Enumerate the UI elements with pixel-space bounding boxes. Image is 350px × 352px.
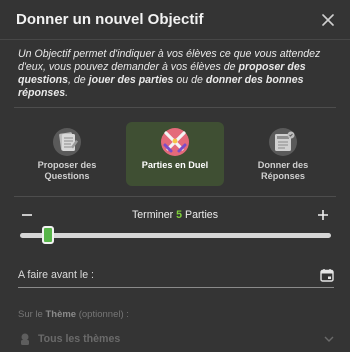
parties-count-value: 5 <box>176 209 183 221</box>
minus-icon <box>22 214 32 216</box>
option-give-answers[interactable]: Donner des Réponses <box>234 122 332 186</box>
option-label: Proposer des Questions <box>37 160 97 181</box>
due-date-label: A faire avant le : <box>18 268 94 281</box>
close-button[interactable] <box>318 10 338 30</box>
option-label: Parties en Duel <box>141 160 209 170</box>
theme-icon <box>21 333 29 345</box>
calendar-icon[interactable] <box>320 268 334 282</box>
option-label: Donner des Réponses <box>257 160 309 181</box>
parties-slider-thumb[interactable] <box>42 226 55 244</box>
decrease-button[interactable] <box>18 206 36 224</box>
dialog-header: Donner un nouvel Objectif <box>0 0 350 40</box>
option-duel-games[interactable]: Parties en Duel <box>126 122 224 186</box>
theme-value: Tous les thèmes <box>38 333 121 345</box>
intro-text: . <box>65 87 69 99</box>
theme-select[interactable]: Tous les thèmes <box>18 328 334 350</box>
option-propose-questions[interactable]: Proposer des Questions <box>18 122 116 186</box>
increase-button[interactable] <box>314 206 332 224</box>
intro-text: ou de <box>173 74 206 86</box>
intro-bold-games: jouer des parties <box>88 74 174 86</box>
parties-count-label: Terminer 5 Parties <box>131 209 218 221</box>
plus-icon <box>317 210 328 220</box>
divider <box>14 107 336 108</box>
quiz-card-icon <box>268 127 298 157</box>
chevron-down-icon <box>324 336 334 342</box>
intro-text: , de <box>68 74 89 86</box>
objective-dialog: Donner un nouvel Objectif Un Objectif pe… <box>0 0 350 352</box>
objective-type-options: Proposer des Questions Parties en Duel D… <box>18 122 332 186</box>
parties-count-row: Terminer 5 Parties <box>18 206 332 224</box>
theme-label: Sur le Thème (optionnel) : <box>18 309 129 320</box>
due-date-field[interactable]: A faire avant le : <box>18 262 334 288</box>
dialog-title: Donner un nouvel Objectif <box>16 11 204 28</box>
divider <box>14 196 336 197</box>
crossed-swords-icon <box>160 127 190 157</box>
parties-slider-track[interactable] <box>20 233 331 238</box>
close-icon <box>322 13 334 26</box>
document-stack-icon <box>52 127 82 157</box>
